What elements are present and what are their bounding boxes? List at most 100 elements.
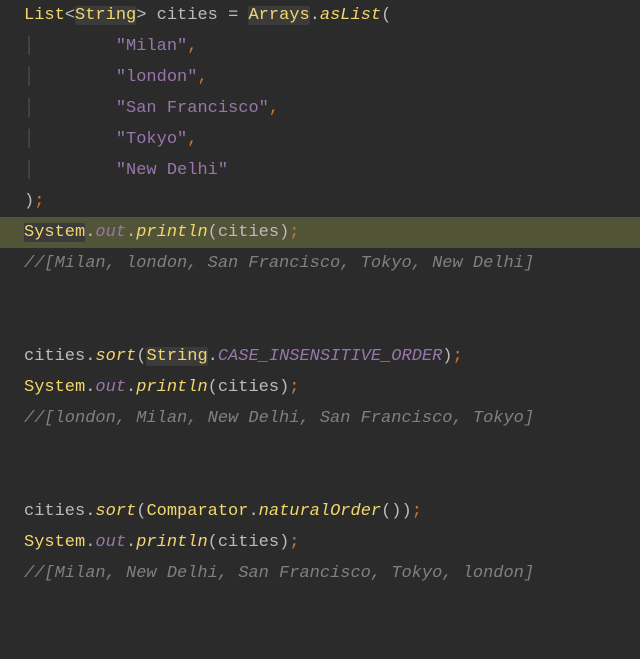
code-line-current[interactable]: System.out.println(cities); (0, 217, 640, 248)
code-line[interactable]: //[Milan, New Delhi, San Francisco, Toky… (0, 558, 640, 589)
code-line-empty[interactable] (0, 310, 640, 341)
arg-cities: cities (218, 533, 279, 552)
indent (34, 37, 116, 56)
indent-guide: │ (24, 130, 34, 149)
code-line[interactable]: ); (0, 186, 640, 217)
paren-close: ) (24, 192, 34, 211)
dot: . (85, 502, 95, 521)
paren-open: ( (208, 378, 218, 397)
indent (34, 130, 116, 149)
paren-close: ) (442, 347, 452, 366)
dot: . (126, 533, 136, 552)
method-sort: sort (95, 502, 136, 521)
class-system: System (24, 378, 85, 397)
dot: . (85, 223, 95, 242)
method-sort: sort (95, 347, 136, 366)
string-literal: "Milan" (116, 37, 187, 56)
field-out: out (95, 533, 126, 552)
code-line[interactable]: cities.sort(Comparator.naturalOrder()); (0, 496, 640, 527)
indent-guide: │ (24, 37, 34, 56)
paren-close: ) (279, 223, 289, 242)
semicolon: ; (289, 533, 299, 552)
dot: . (126, 378, 136, 397)
paren-open: ( (208, 533, 218, 552)
semicolon: ; (412, 502, 422, 521)
paren-close: ) (402, 502, 412, 521)
paren-close: ) (391, 502, 401, 521)
semicolon: ; (289, 378, 299, 397)
string-literal: "london" (116, 68, 198, 87)
code-line[interactable]: List<String> cities = Arrays.asList( (0, 0, 640, 31)
paren-open: ( (136, 347, 146, 366)
const-case-insensitive-order: CASE_INSENSITIVE_ORDER (218, 347, 442, 366)
semicolon: ; (453, 347, 463, 366)
equals: = (228, 6, 238, 25)
dot: . (85, 347, 95, 366)
paren-close: ) (279, 533, 289, 552)
class-system: System (24, 533, 85, 552)
type-list: List (24, 6, 65, 25)
code-line[interactable]: System.out.println(cities); (0, 372, 640, 403)
indent (34, 68, 116, 87)
paren-open: ( (381, 502, 391, 521)
dot: . (208, 347, 218, 366)
arg-cities: cities (218, 223, 279, 242)
indent (34, 99, 116, 118)
code-line[interactable]: │ "New Delhi" (0, 155, 640, 186)
class-string: String (146, 347, 207, 366)
code-line[interactable]: │ "San Francisco", (0, 93, 640, 124)
comma: , (187, 37, 197, 56)
code-line[interactable]: //[Milan, london, San Francisco, Tokyo, … (0, 248, 640, 279)
method-println: println (136, 378, 207, 397)
comma: , (197, 68, 207, 87)
angle-close: > (136, 6, 146, 25)
code-line[interactable]: │ "london", (0, 62, 640, 93)
string-literal: "New Delhi" (116, 161, 228, 180)
code-line-empty[interactable] (0, 434, 640, 465)
class-system: System (24, 223, 85, 242)
code-line[interactable]: cities.sort(String.CASE_INSENSITIVE_ORDE… (0, 341, 640, 372)
method-println: println (136, 223, 207, 242)
code-line[interactable]: //[london, Milan, New Delhi, San Francis… (0, 403, 640, 434)
code-editor[interactable]: List<String> cities = Arrays.asList( │ "… (0, 0, 640, 659)
space (146, 6, 156, 25)
string-literal: "San Francisco" (116, 99, 269, 118)
comment: //[Milan, london, San Francisco, Tokyo, … (24, 254, 534, 273)
class-comparator: Comparator (146, 502, 248, 521)
code-line-empty[interactable] (0, 279, 640, 310)
paren-open: ( (381, 6, 391, 25)
dot: . (310, 6, 320, 25)
class-arrays: Arrays (248, 6, 309, 25)
dot: . (85, 378, 95, 397)
var-cities: cities (24, 502, 85, 521)
angle-open: < (65, 6, 75, 25)
comma: , (187, 130, 197, 149)
comma: , (269, 99, 279, 118)
indent-guide: │ (24, 99, 34, 118)
comment: //[london, Milan, New Delhi, San Francis… (24, 409, 534, 428)
semicolon: ; (289, 223, 299, 242)
paren-close: ) (279, 378, 289, 397)
comment: //[Milan, New Delhi, San Francisco, Toky… (24, 564, 534, 583)
dot: . (85, 533, 95, 552)
code-line[interactable]: System.out.println(cities); (0, 527, 640, 558)
string-literal: "Tokyo" (116, 130, 187, 149)
arg-cities: cities (218, 378, 279, 397)
indent-guide: │ (24, 161, 34, 180)
type-string: String (75, 6, 136, 25)
dot: . (248, 502, 258, 521)
code-line[interactable]: │ "Tokyo", (0, 124, 640, 155)
indent-guide: │ (24, 68, 34, 87)
method-println: println (136, 533, 207, 552)
code-line[interactable]: │ "Milan", (0, 31, 640, 62)
code-line-empty[interactable] (0, 465, 640, 496)
space (238, 6, 248, 25)
indent (34, 161, 116, 180)
field-out: out (95, 378, 126, 397)
dot: . (126, 223, 136, 242)
method-aslist: asList (320, 6, 381, 25)
paren-open: ( (136, 502, 146, 521)
semicolon: ; (34, 192, 44, 211)
var-cities: cities (157, 6, 218, 25)
space (218, 6, 228, 25)
